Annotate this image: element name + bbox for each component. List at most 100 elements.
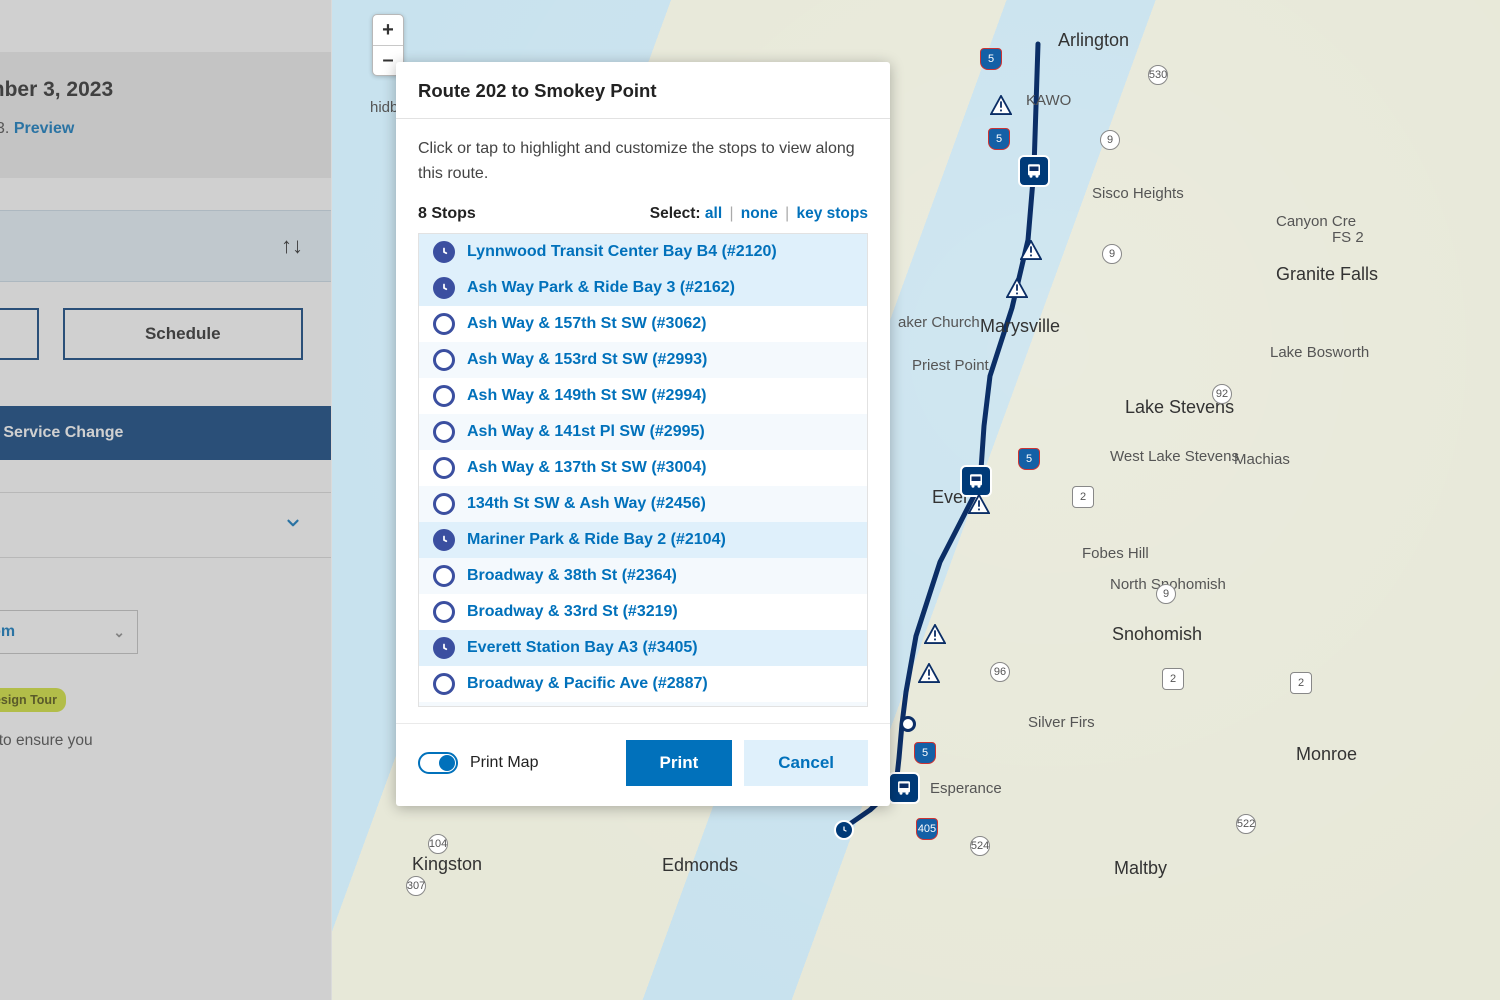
- stop-name: Mariner Park & Ride Bay 2 (#2104): [467, 531, 726, 549]
- stop-row[interactable]: Ash Way & 141st Pl SW (#2995): [419, 414, 867, 450]
- highway-shield-icon: 2: [1072, 486, 1094, 508]
- highway-shield-icon: 405: [916, 818, 938, 840]
- tab-map[interactable]: [0, 308, 39, 360]
- alert-marker-icon[interactable]: [924, 624, 946, 644]
- caret-down-icon: ⌄: [113, 624, 125, 641]
- alert-marker-icon[interactable]: [918, 663, 940, 683]
- bus-marker-icon[interactable]: [1018, 155, 1050, 187]
- stop-select-links: Select: all | none | key stops: [650, 205, 868, 223]
- select-key-stops-link[interactable]: key stops: [796, 205, 868, 222]
- route-stop-marker-icon[interactable]: [900, 716, 916, 732]
- modal-instructions: Click or tap to highlight and customize …: [418, 137, 868, 187]
- new-design-tour-pill[interactable]: New Design Tour: [0, 688, 66, 712]
- highway-shield-icon: 92: [1212, 384, 1232, 404]
- highway-shield-icon: 9: [1100, 130, 1120, 150]
- stop-row[interactable]: Broadway & Pacific Ave (#2887): [419, 666, 867, 702]
- map-place-label: Esperance: [930, 780, 1002, 797]
- stop-row[interactable]: 134th St SW & Ash Way (#2456): [419, 486, 867, 522]
- stop-circle-icon: [433, 385, 455, 407]
- stop-circle-icon: [433, 457, 455, 479]
- stops-list[interactable]: Lynnwood Transit Center Bay B4 (#2120) As…: [418, 233, 868, 707]
- highway-shield-icon: 96: [990, 662, 1010, 682]
- map-place-label: FS 2: [1332, 229, 1364, 246]
- route-header: ↑↓: [0, 210, 331, 282]
- stop-name: Ash Way & 141st Pl SW (#2995): [467, 423, 705, 441]
- stop-circle-icon: [433, 349, 455, 371]
- timepoint-tip: epoint. (Learn more) New Design Tour: [0, 688, 331, 713]
- zoom-in-button[interactable]: +: [373, 15, 403, 45]
- tab-schedule[interactable]: Schedule: [63, 308, 304, 360]
- alert-marker-icon[interactable]: [1020, 240, 1042, 260]
- print-map-toggle[interactable]: [418, 752, 458, 774]
- map-place-label: Monroe: [1296, 744, 1357, 765]
- view-tabs: Schedule: [0, 282, 331, 406]
- stop-name: Lynnwood Transit Center Bay B4 (#2120): [467, 243, 777, 261]
- stop-count: 8 Stops: [418, 205, 476, 223]
- print-button[interactable]: Print: [626, 740, 733, 786]
- highway-shield-icon: 104: [428, 834, 448, 854]
- alert-marker-icon[interactable]: [990, 95, 1012, 115]
- stop-circle-icon: [433, 601, 455, 623]
- map-place-label: Edmonds: [662, 855, 738, 876]
- map-place-label: Canyon Cre: [1276, 213, 1356, 230]
- stop-circle-icon: [433, 421, 455, 443]
- preview-service-change-button[interactable]: ew Service Change: [0, 406, 331, 460]
- cancel-button[interactable]: Cancel: [744, 740, 868, 786]
- arrive-early-tip: be at least five minutes early to ensure…: [0, 729, 331, 754]
- stop-row[interactable]: Broadway & 38th St (#2364): [419, 558, 867, 594]
- highway-shield-icon: 9: [1156, 584, 1176, 604]
- stop-name: 134th St SW & Ash Way (#2456): [467, 495, 706, 513]
- stop-row[interactable]: Broadway & 33rd St (#3219): [419, 594, 867, 630]
- map-place-label: aker Church: [898, 314, 980, 331]
- stop-row[interactable]: Ash Way & 137th St SW (#3004): [419, 450, 867, 486]
- control-select-view[interactable]: ⚙ Custom ⌄: [0, 610, 138, 654]
- highway-shield-icon: 5: [1018, 448, 1040, 470]
- timepoint-icon: [433, 529, 455, 551]
- alert-marker-icon[interactable]: [968, 494, 990, 514]
- service-alert-preview-link[interactable]: Preview: [14, 120, 74, 137]
- highway-shield-icon: 522: [1236, 814, 1256, 834]
- stop-row[interactable]: Ash Way & 149th St SW (#2994): [419, 378, 867, 414]
- map-place-label: West Lake Stevens: [1110, 448, 1239, 465]
- stop-name: Broadway & 38th St (#2364): [467, 567, 677, 585]
- highway-shield-icon: 5: [980, 48, 1002, 70]
- stop-row[interactable]: Everett Station Bay A3 (#3405): [419, 630, 867, 666]
- select-all-link[interactable]: all: [705, 205, 722, 222]
- service-alert: nge starts on December 3, 2023 start on …: [0, 52, 331, 178]
- map-place-label: Kingston: [412, 854, 482, 875]
- bus-marker-icon[interactable]: [960, 465, 992, 497]
- stop-row[interactable]: Ash Way & 157th St SW (#3062): [419, 306, 867, 342]
- control-label-view: View: [0, 584, 138, 602]
- service-alert-body: start on Sunday, December 3. Preview: [0, 120, 303, 138]
- stop-name: Broadway & Pacific Ave (#2887): [467, 675, 708, 693]
- print-map-toggle-label: Print Map: [470, 754, 538, 772]
- map-place-label: Silver Firs: [1028, 714, 1095, 731]
- timepoint-marker-icon[interactable]: [834, 820, 854, 840]
- highway-shield-icon: 9: [1102, 244, 1122, 264]
- timepoint-icon: [433, 241, 455, 263]
- stop-row[interactable]: Ash Way Park & Ride Bay 3 (#2162): [419, 270, 867, 306]
- bus-marker-icon[interactable]: [888, 772, 920, 804]
- stop-name: Ash Way & 153rd St SW (#2993): [467, 351, 707, 369]
- map-place-label: KAWO: [1026, 92, 1071, 109]
- stop-circle-icon: [433, 313, 455, 335]
- stop-row[interactable]: Mariner Park & Ride Bay 2 (#2104): [419, 522, 867, 558]
- accordion-row[interactable]: [0, 493, 331, 557]
- map-place-label: Priest Point: [912, 357, 989, 374]
- highway-shield-icon: 2: [1290, 672, 1312, 694]
- map-place-label: Fobes Hill: [1082, 545, 1149, 562]
- stop-name: Ash Way & 137th St SW (#3004): [467, 459, 706, 477]
- stop-row[interactable]: Broadway & 14th St (#3218): [419, 702, 867, 707]
- alert-marker-icon[interactable]: [1006, 278, 1028, 298]
- map-place-label: Lake Bosworth: [1270, 344, 1369, 361]
- modal-title: Route 202 to Smokey Point: [418, 80, 868, 102]
- stop-row[interactable]: Ash Way & 153rd St SW (#2993): [419, 342, 867, 378]
- highway-shield-icon: 524: [970, 836, 990, 856]
- map-place-label: Machias: [1234, 451, 1290, 468]
- map-place-label: Granite Falls: [1276, 264, 1378, 285]
- select-none-link[interactable]: none: [741, 205, 778, 222]
- service-alert-title: nge starts on December 3, 2023: [0, 78, 303, 102]
- stop-row[interactable]: Lynnwood Transit Center Bay B4 (#2120): [419, 234, 867, 270]
- swap-direction-icon[interactable]: ↑↓: [281, 233, 303, 259]
- stop-name: Broadway & 33rd St (#3219): [467, 603, 678, 621]
